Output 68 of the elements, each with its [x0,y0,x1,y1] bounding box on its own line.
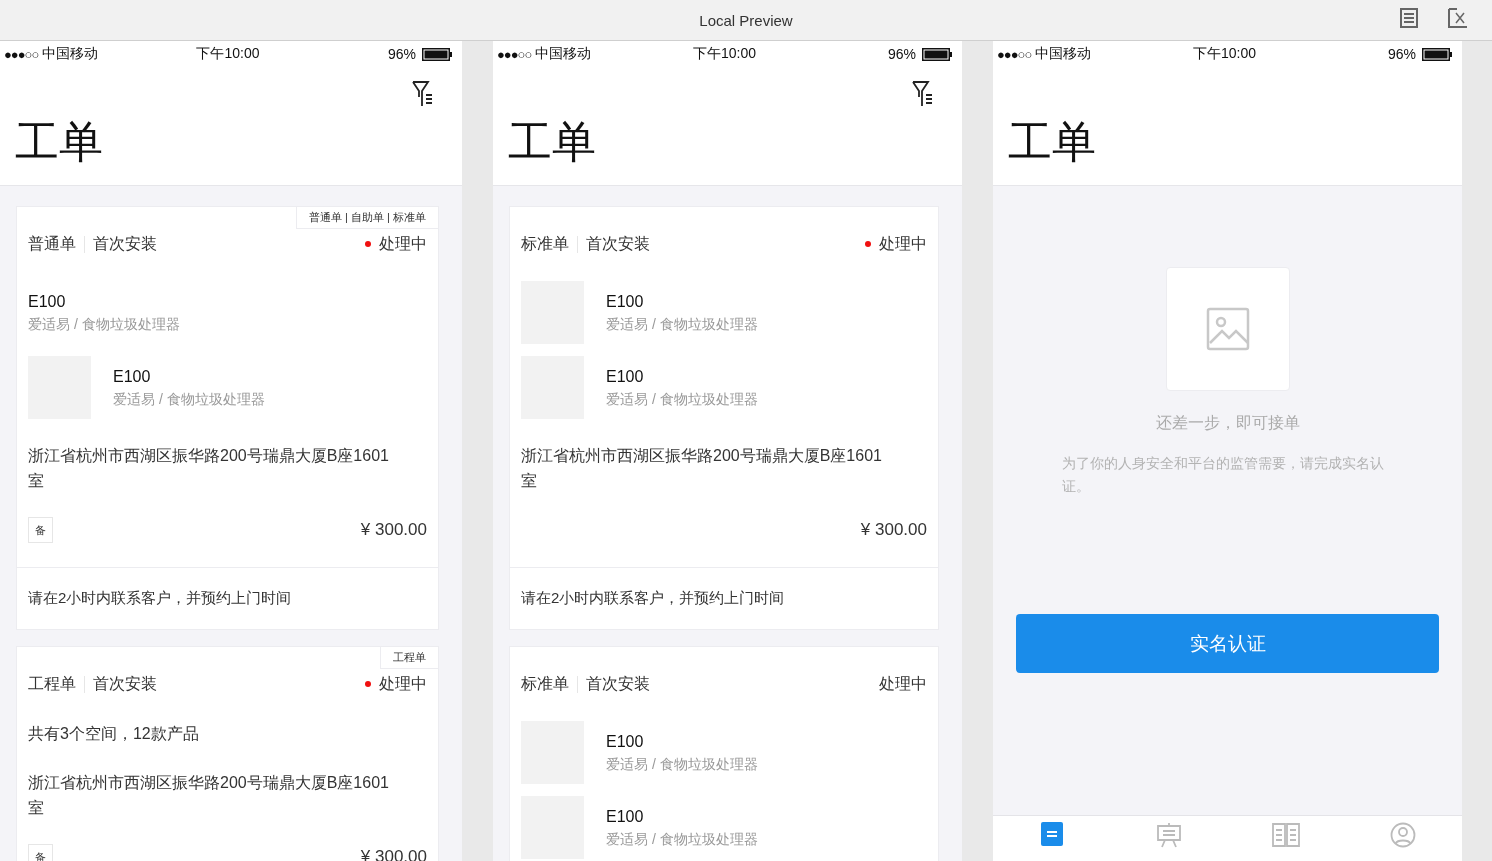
order-tags: 普通单 | 自助单 | 标准单 [296,207,438,229]
document-icon[interactable] [1400,8,1418,28]
address: 浙江省杭州市西湖区振华路200号瑞鼎大厦B座1601室 [28,773,390,818]
empty-heading: 还差一步，即可接单 [1155,413,1300,433]
product-category: 爱适易 / 食物垃圾处理器 [28,314,180,334]
order-card[interactable]: 标准单 首次安装 处理中 E100 爱适易 / 食物垃圾处理器 E100 爱适易 / 食物垃圾处理器 [509,646,939,861]
order-type: 标准单 [521,673,569,694]
service-type: 首次安装 [586,233,650,254]
remark-tag: 备 [28,517,53,543]
order-status: 处理中 [379,673,427,694]
presentation-board-icon [1155,822,1182,848]
clock: 下午10:00 [692,45,756,63]
image-icon [1205,307,1250,351]
window-title: Local Preview [699,11,793,29]
order-type: 标准单 [521,233,569,254]
price: ¥ 300.00 [860,520,927,540]
notice-text: 请在2小时内联系客户，并预约上门时间 [28,589,292,608]
product-category: 爱适易 / 食物垃圾处理器 [606,314,758,334]
empty-description: 为了你的人身安全和平台的监管需要，请完成实名认证。 [1061,454,1385,496]
order-status: 处理中 [879,673,927,694]
product-category: 爱适易 / 食物垃圾处理器 [606,829,758,849]
product-name: E100 [113,366,152,387]
signal-indicator: ●●●○○ [4,46,39,62]
order-card[interactable]: 普通单 | 自助单 | 标准单 普通单 首次安装 处理中 E100 爱适易 / 食物垃圾处理器 E100 爱适易 / 食物垃圾处理器 浙江省杭州市西湖区振华路200号瑞鼎大厦B座1601室 备 ¥ 300.00 请在2小时内联系客户，并预约上门时间 [16,206,439,630]
battery-percent: 96% [1387,46,1416,62]
notice-text: 请在2小时内联系客户，并预约上门时间 [521,589,785,608]
order-status: 处理中 [879,233,927,254]
carrier: 中国移动 [1035,45,1092,63]
product-name: E100 [606,806,645,827]
product-category: 爱适易 / 食物垃圾处理器 [113,389,265,409]
address: 浙江省杭州市西湖区振华路200号瑞鼎大厦B座1601室 [521,446,883,491]
price: ¥ 300.00 [360,520,427,540]
document-icon [1040,822,1063,846]
battery-icon [422,47,452,61]
page-title: 工单 [15,117,103,167]
service-type: 首次安装 [93,673,157,694]
service-type: 首次安装 [93,233,157,254]
product-category: 爱适易 / 食物垃圾处理器 [606,754,758,774]
signal-indicator: ●●●○○ [997,46,1032,62]
verify-button[interactable]: 实名认证 [1016,614,1439,673]
page-title: 工单 [508,117,596,167]
open-book-icon [1272,822,1301,848]
product-name: E100 [606,731,645,752]
product-name: E100 [606,366,645,387]
carrier: 中国移动 [535,45,592,63]
clock: 下午10:00 [196,45,260,63]
user-icon [1390,822,1417,848]
order-card[interactable]: 标准单 首次安装 处理中 E100 爱适易 / 食物垃圾处理器 E100 爱适易 / 食物垃圾处理器 浙江省杭州市西湖区振华路200号瑞鼎大厦B座1601室 ¥ 300.00 请在2小时内联系客户，并预约上门时间 [509,206,939,630]
battery-icon [1422,47,1452,61]
formula-icon[interactable] [1448,8,1468,28]
order-status: 处理中 [379,233,427,254]
order-tags: 工程单 [380,647,438,669]
address: 浙江省杭州市西湖区振华路200号瑞鼎大厦B座1601室 [28,446,390,491]
carrier: 中国移动 [42,45,99,63]
product-category: 爱适易 / 食物垃圾处理器 [606,389,758,409]
page-title: 工单 [1008,117,1096,167]
service-type: 首次安装 [586,673,650,694]
battery-percent: 96% [887,46,916,62]
product-name: E100 [606,291,645,312]
remark-tag: 备 [28,844,53,861]
order-type: 普通单 [28,233,76,254]
order-type: 工程单 [28,673,76,694]
signal-indicator: ●●●○○ [497,46,532,62]
battery-icon [922,47,952,61]
product-name: E100 [28,291,67,312]
clock: 下午10:00 [1192,45,1256,63]
battery-percent: 96% [387,46,416,62]
product-summary: 共有3个空间，12款产品 [28,724,200,744]
